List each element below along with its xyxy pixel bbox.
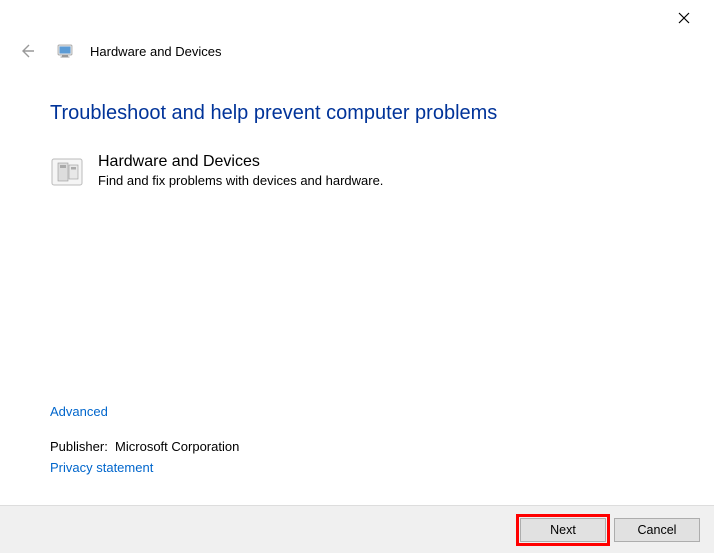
troubleshooter-text: Hardware and Devices Find and fix proble… — [98, 153, 383, 189]
close-button[interactable] — [662, 3, 706, 33]
hardware-devices-icon — [50, 155, 84, 189]
publisher-info: Publisher: Microsoft Corporation — [50, 439, 239, 454]
troubleshooter-title: Hardware and Devices — [98, 153, 383, 171]
close-icon — [678, 12, 690, 24]
bottom-info: Advanced Publisher: Microsoft Corporatio… — [50, 404, 239, 475]
content-area: Troubleshoot and help prevent computer p… — [0, 72, 714, 189]
troubleshooter-section: Hardware and Devices Find and fix proble… — [50, 153, 664, 189]
button-bar: Next Cancel — [0, 505, 714, 553]
privacy-link[interactable]: Privacy statement — [50, 460, 239, 475]
advanced-link[interactable]: Advanced — [50, 404, 239, 419]
header: Hardware and Devices — [0, 36, 714, 72]
next-button[interactable]: Next — [520, 518, 606, 542]
main-heading: Troubleshoot and help prevent computer p… — [50, 102, 664, 125]
title-bar — [0, 0, 714, 36]
publisher-label: Publisher: — [50, 439, 108, 454]
troubleshooter-description: Find and fix problems with devices and h… — [98, 173, 383, 188]
window-title: Hardware and Devices — [90, 44, 222, 59]
back-arrow-icon — [19, 43, 35, 59]
cancel-button[interactable]: Cancel — [614, 518, 700, 542]
back-button[interactable] — [16, 40, 38, 62]
troubleshooter-icon — [56, 42, 74, 60]
publisher-value: Microsoft Corporation — [115, 439, 239, 454]
